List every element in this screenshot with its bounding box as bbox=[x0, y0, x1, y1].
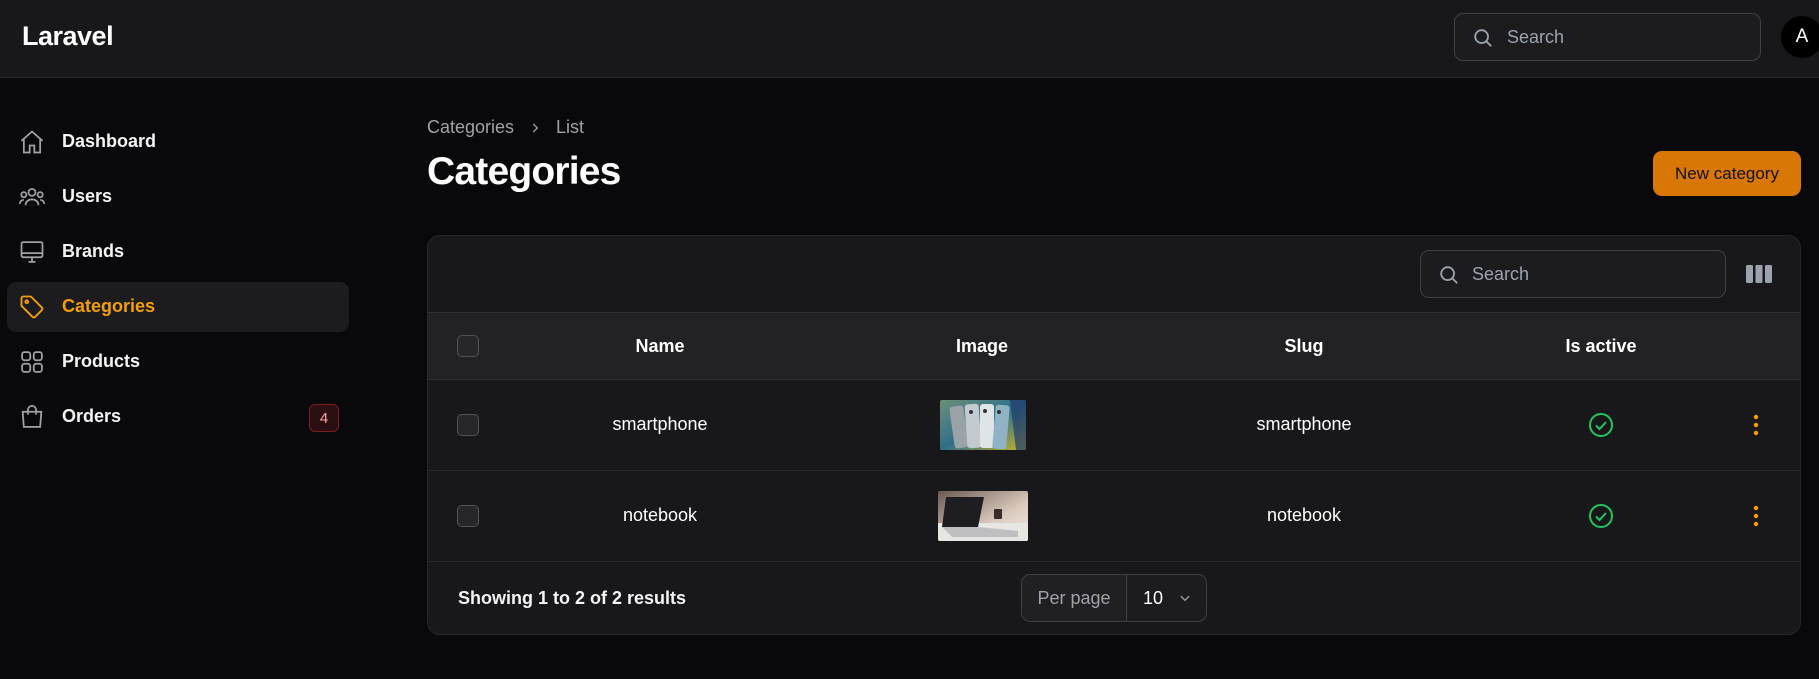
breadcrumb-parent[interactable]: Categories bbox=[427, 117, 514, 138]
columns-toggle-icon[interactable] bbox=[1746, 263, 1772, 285]
sidebar-item-label: Dashboard bbox=[62, 131, 157, 151]
table-row[interactable]: notebook notebook bbox=[428, 471, 1800, 562]
sidebar-item-brands[interactable]: Brands bbox=[7, 227, 349, 277]
per-page-value: 10 bbox=[1143, 588, 1164, 608]
active-check-icon bbox=[1589, 504, 1613, 528]
tag-icon bbox=[20, 295, 44, 319]
search-placeholder: Search bbox=[1472, 264, 1530, 284]
categories-table: Search Name Image Slug Is active smartph… bbox=[427, 235, 1801, 635]
avatar[interactable]: A bbox=[1781, 16, 1819, 58]
category-slug: smartphone bbox=[1256, 414, 1352, 434]
brand-logo[interactable]: Laravel bbox=[22, 21, 114, 52]
per-page-select[interactable]: Per page 10 bbox=[1021, 574, 1207, 622]
table-header: Name Image Slug Is active bbox=[428, 312, 1800, 380]
sidebar-item-label: Categories bbox=[62, 296, 156, 316]
pagination-summary: Showing 1 to 2 of 2 results bbox=[458, 588, 687, 608]
row-checkbox[interactable] bbox=[457, 414, 479, 436]
search-icon bbox=[1440, 266, 1458, 284]
table-search-input[interactable]: Search bbox=[1420, 250, 1726, 298]
category-name: smartphone bbox=[612, 414, 708, 434]
sidebar-item-products[interactable]: Products bbox=[7, 337, 349, 387]
sidebar-item-label: Brands bbox=[62, 241, 125, 261]
row-checkbox[interactable] bbox=[457, 505, 479, 527]
category-image bbox=[938, 491, 1028, 541]
category-name: notebook bbox=[622, 505, 698, 525]
shopping-bag-icon bbox=[21, 405, 43, 428]
search-placeholder: Search bbox=[1507, 27, 1565, 47]
sidebar-item-categories[interactable]: Categories bbox=[7, 282, 349, 332]
new-category-button[interactable]: New category bbox=[1653, 151, 1801, 196]
column-header-name[interactable]: Name bbox=[635, 336, 684, 357]
category-slug: notebook bbox=[1266, 505, 1342, 525]
category-image bbox=[940, 400, 1026, 450]
row-actions-icon[interactable] bbox=[1745, 410, 1767, 440]
page-title: Categories bbox=[427, 150, 621, 193]
orders-count-badge: 4 bbox=[309, 404, 339, 432]
sidebar-item-label: Products bbox=[62, 351, 141, 371]
column-header-is-active[interactable]: Is active bbox=[1565, 336, 1636, 357]
top-bar: Laravel Search A bbox=[0, 0, 1819, 78]
global-search-input[interactable]: Search bbox=[1454, 13, 1761, 61]
sidebar: Dashboard Users Brands Categories Produc… bbox=[0, 78, 360, 679]
search-icon bbox=[1474, 29, 1492, 47]
breadcrumb-current: List bbox=[556, 117, 585, 137]
chevron-down-icon bbox=[1180, 595, 1190, 602]
select-all-checkbox[interactable] bbox=[457, 335, 479, 357]
home-icon bbox=[20, 130, 44, 154]
chevron-right-icon bbox=[528, 121, 542, 135]
per-page-label: Per page bbox=[1022, 575, 1127, 621]
sidebar-item-label: Users bbox=[62, 186, 113, 206]
users-icon bbox=[18, 187, 46, 206]
sidebar-item-label: Orders bbox=[62, 406, 122, 426]
row-actions-icon[interactable] bbox=[1745, 501, 1767, 531]
sidebar-item-orders[interactable]: Orders 4 bbox=[7, 392, 349, 442]
grid-icon bbox=[21, 351, 43, 373]
active-check-icon bbox=[1589, 413, 1613, 437]
sidebar-item-dashboard[interactable]: Dashboard bbox=[7, 117, 349, 167]
sidebar-item-users[interactable]: Users bbox=[7, 172, 349, 222]
column-header-image: Image bbox=[955, 336, 1009, 356]
column-header-slug[interactable]: Slug bbox=[1285, 336, 1324, 357]
breadcrumb: Categories List bbox=[427, 117, 584, 138]
monitor-icon bbox=[20, 241, 44, 263]
table-row[interactable]: smartphone smartphone bbox=[428, 380, 1800, 471]
